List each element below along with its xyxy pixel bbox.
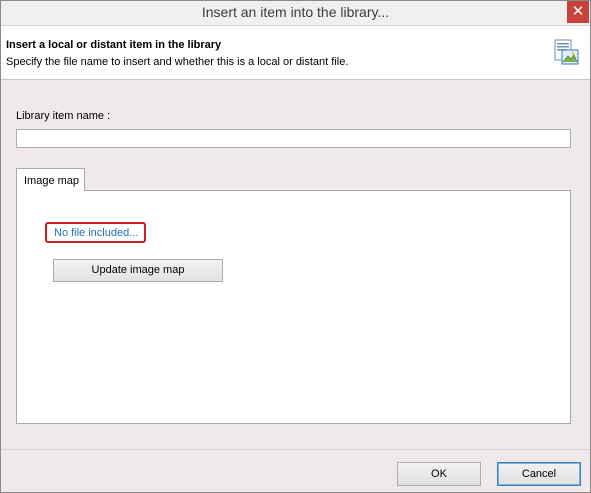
dialog-header: Insert a local or distant item in the li… xyxy=(1,26,590,80)
window-title: Insert an item into the library... xyxy=(201,4,390,20)
footer-divider xyxy=(1,449,590,450)
dialog-window: Insert an item into the library... ✕ Ins… xyxy=(0,0,591,493)
image-map-panel: No file included... Update image map xyxy=(16,190,571,424)
library-image-icon xyxy=(554,39,579,65)
title-bar[interactable]: Insert an item into the library... ✕ xyxy=(1,1,590,26)
tab-image-map[interactable]: Image map xyxy=(16,168,85,191)
close-button[interactable]: ✕ xyxy=(567,1,589,23)
header-subtitle: Specify the file name to insert and whet… xyxy=(6,56,349,68)
library-item-name-input[interactable] xyxy=(16,129,571,148)
cancel-button[interactable]: Cancel xyxy=(497,462,581,486)
close-icon: ✕ xyxy=(571,3,585,20)
library-item-name-label: Library item name : xyxy=(16,110,111,122)
no-file-included-link[interactable]: No file included... xyxy=(45,222,146,243)
update-image-map-button[interactable]: Update image map xyxy=(53,259,223,282)
ok-button[interactable]: OK xyxy=(397,462,481,486)
header-title: Insert a local or distant item in the li… xyxy=(6,39,222,51)
